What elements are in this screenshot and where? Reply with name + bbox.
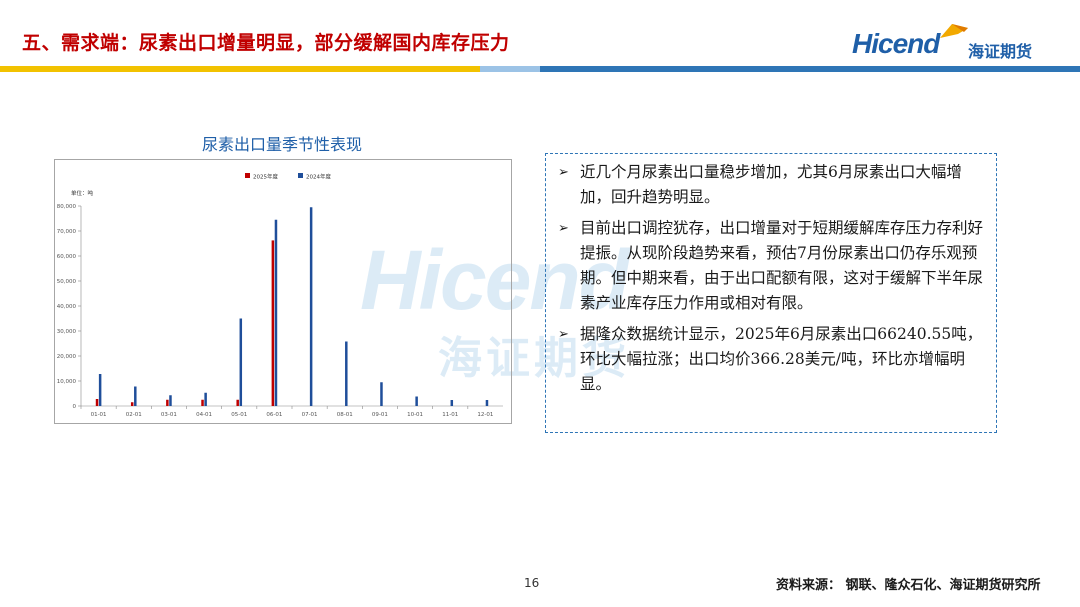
bullet-text: 据隆众数据统计显示，2025年6月尿素出口66240.55吨，环比大幅拉涨；出口… bbox=[580, 325, 983, 393]
y-tick-label: 10,000 bbox=[57, 379, 77, 385]
x-tick-label: 12-01 bbox=[477, 412, 493, 418]
bullet-item: ➢ 近几个月尿素出口量稳步增加，尤其6月尿素出口大幅增加，回升趋势明显。 bbox=[554, 160, 988, 210]
arrow-bullet-icon: ➢ bbox=[558, 221, 569, 236]
bar bbox=[450, 400, 454, 406]
bullet-item: ➢ 据隆众数据统计显示，2025年6月尿素出口66240.55吨，环比大幅拉涨；… bbox=[554, 322, 988, 397]
y-tick-label: 30,000 bbox=[57, 329, 77, 335]
x-tick-label: 01-01 bbox=[91, 412, 107, 418]
bar bbox=[130, 402, 134, 406]
data-source: 资料来源： 钢联、隆众石化、海证期货研究所 bbox=[776, 578, 1041, 593]
page-number: 16 bbox=[524, 576, 540, 590]
chart-frame: 2025年度 2024年度单位：吨 0 10,000 20,000 30,000 40,00… bbox=[54, 159, 512, 424]
y-tick-label: 80,000 bbox=[57, 204, 77, 210]
logo-text-en: Hicend bbox=[852, 28, 940, 59]
bar bbox=[95, 399, 99, 406]
x-tick-label: 05-01 bbox=[231, 412, 247, 418]
legend-swatch bbox=[245, 173, 250, 178]
page-title: 五、需求端：尿素出口增量明显，部分缓解国内库存压力 bbox=[22, 32, 510, 54]
arrow-bullet-icon: ➢ bbox=[558, 165, 569, 180]
x-tick-label: 11-01 bbox=[442, 412, 458, 418]
bar bbox=[204, 392, 207, 406]
x-tick-label: 02-01 bbox=[126, 412, 142, 418]
legend-swatch bbox=[298, 173, 303, 178]
bar bbox=[134, 386, 137, 406]
bar bbox=[201, 399, 204, 406]
y-tick-label: 40,000 bbox=[57, 304, 77, 310]
y-tick-label: 0 bbox=[73, 404, 77, 410]
chart-heading: 尿素出口量季节性表现 bbox=[201, 135, 362, 154]
x-tick-label: 07-01 bbox=[302, 412, 318, 418]
header-stripe-blue bbox=[480, 66, 1080, 72]
bar bbox=[239, 318, 243, 406]
legend-label: 2025年度 bbox=[253, 173, 278, 181]
legend-label: 2024年度 bbox=[306, 173, 331, 181]
header-stripe-light bbox=[480, 66, 540, 72]
company-logo: Hicend 海证期货 bbox=[852, 24, 1052, 66]
logo-text-cn: 海证期货 bbox=[968, 42, 1033, 61]
bar bbox=[274, 219, 278, 406]
analysis-textbox: ➢ 近几个月尿素出口量稳步增加，尤其6月尿素出口大幅增加，回升趋势明显。 ➢ 目… bbox=[545, 153, 997, 433]
bullet-item: ➢ 目前出口调控犹存，出口增量对于短期缓解库存压力存利好提振。从现阶段趋势来看，… bbox=[554, 216, 988, 316]
bullet-text: 近几个月尿素出口量稳步增加，尤其6月尿素出口大幅增加，回升趋势明显。 bbox=[580, 163, 962, 206]
bar-chart: 2025年度 2024年度单位：吨 0 10,000 20,000 30,000 40,00… bbox=[57, 173, 503, 418]
bar bbox=[380, 382, 383, 406]
bar bbox=[485, 400, 489, 406]
bar bbox=[98, 374, 102, 406]
x-tick-label: 10-01 bbox=[407, 412, 423, 418]
bar bbox=[415, 396, 418, 406]
x-tick-label: 04-01 bbox=[196, 412, 212, 418]
y-unit-label: 单位：吨 bbox=[71, 189, 94, 197]
bar bbox=[271, 240, 275, 406]
bar bbox=[236, 399, 239, 406]
logo-flag-icon bbox=[940, 24, 968, 38]
arrow-bullet-icon: ➢ bbox=[558, 327, 569, 342]
bar bbox=[345, 341, 348, 406]
x-tick-label: 09-01 bbox=[372, 412, 388, 418]
y-tick-label: 60,000 bbox=[57, 254, 77, 260]
x-tick-label: 06-01 bbox=[266, 412, 282, 418]
x-tick-label: 08-01 bbox=[337, 412, 353, 418]
y-tick-label: 20,000 bbox=[57, 354, 77, 360]
y-tick-label: 50,000 bbox=[57, 279, 77, 285]
bullet-text: 目前出口调控犹存，出口增量对于短期缓解库存压力存利好提振。从现阶段趋势来看，预估… bbox=[580, 219, 984, 312]
bar bbox=[169, 395, 172, 406]
bar bbox=[166, 399, 169, 406]
bar bbox=[309, 207, 313, 406]
y-tick-label: 70,000 bbox=[57, 229, 77, 235]
header-stripe-yellow bbox=[0, 66, 480, 72]
x-tick-label: 03-01 bbox=[161, 412, 177, 418]
